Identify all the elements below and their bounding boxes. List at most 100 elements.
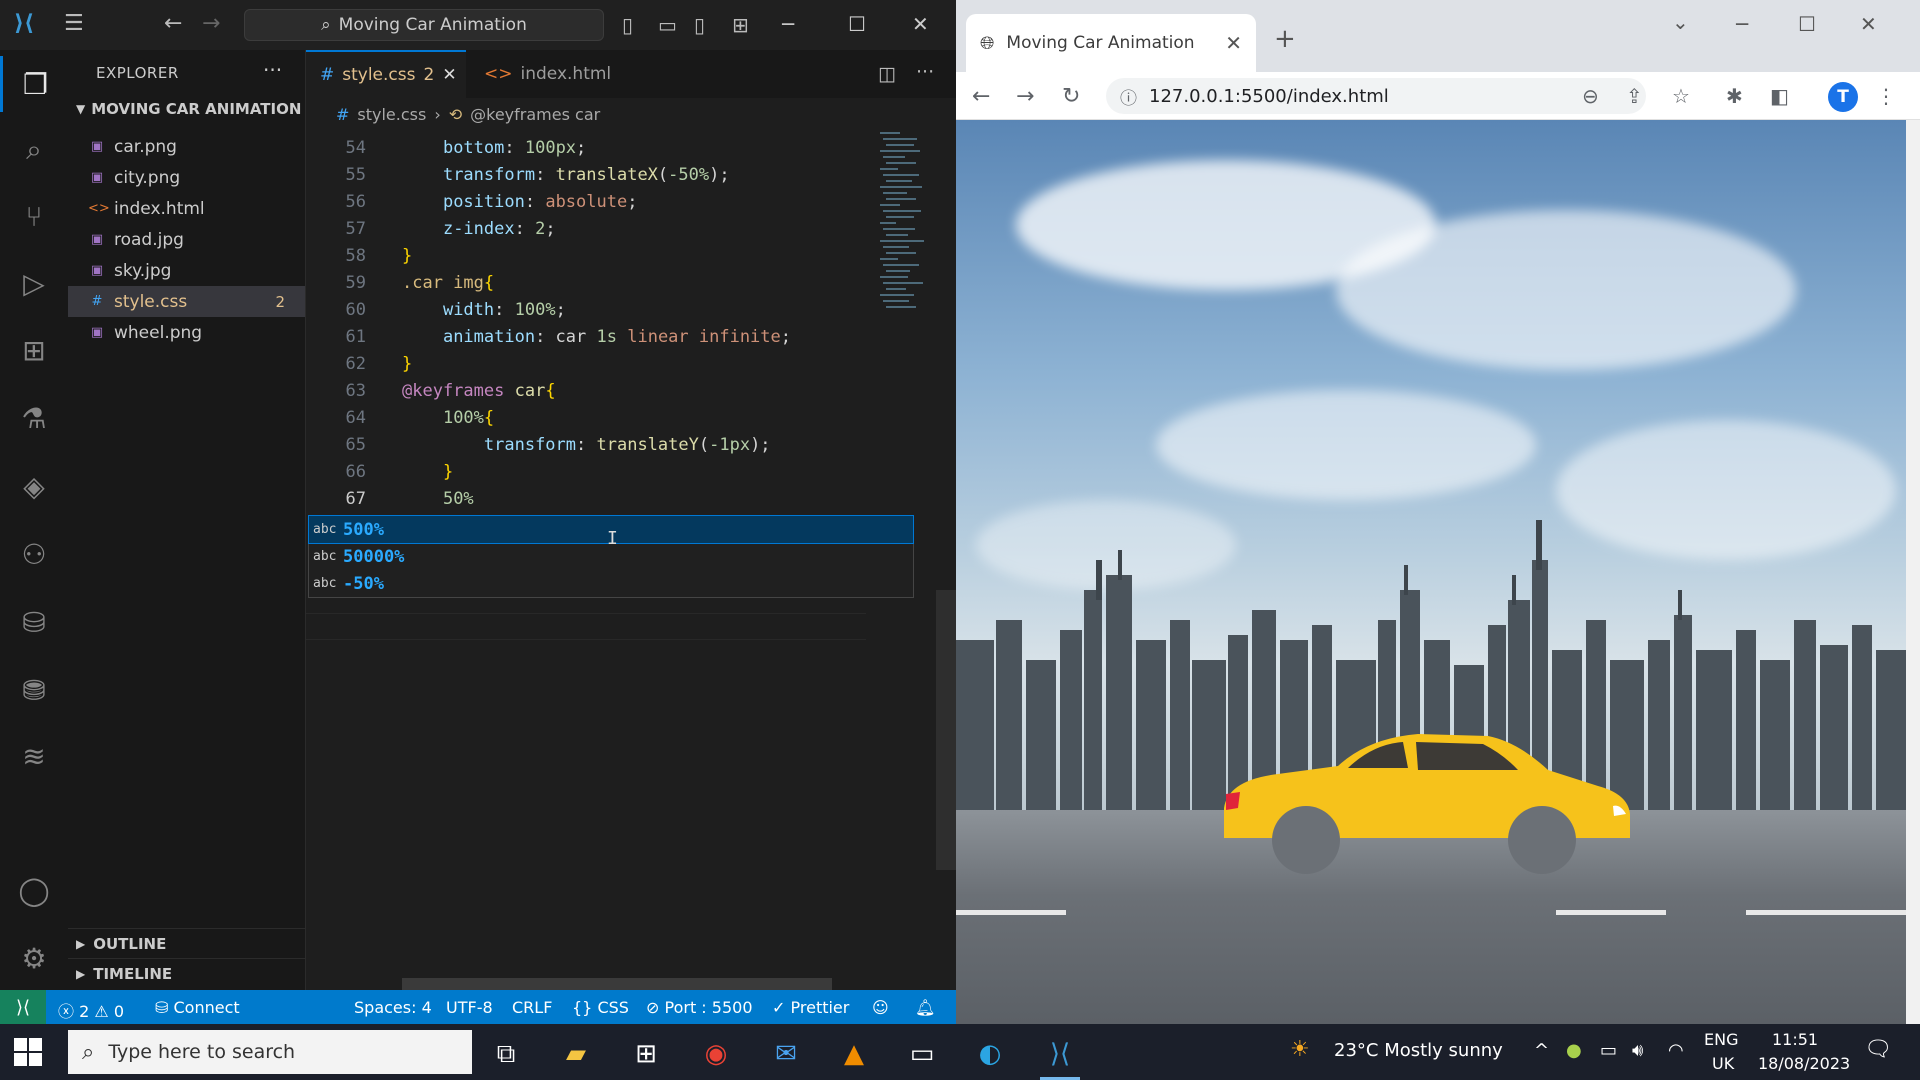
more-actions-icon[interactable]: ···: [263, 58, 282, 82]
kebab-menu-icon[interactable]: ⋮: [1876, 84, 1896, 108]
code-line[interactable]: 57 z-index: 2;: [306, 215, 866, 242]
task-view-icon[interactable]: ⧉: [478, 1032, 534, 1076]
security-icon[interactable]: ●: [1566, 1040, 1582, 1061]
file-item[interactable]: ▣ wheel.png: [68, 317, 305, 348]
explorer-icon[interactable]: ❐: [0, 56, 68, 112]
account-icon[interactable]: ◯: [0, 862, 68, 918]
code-line[interactable]: 66 }: [306, 458, 866, 485]
minimap[interactable]: [876, 128, 936, 328]
close-window-icon[interactable]: ✕: [912, 12, 929, 36]
file-explorer-icon[interactable]: ▰: [548, 1032, 604, 1076]
reload-icon[interactable]: ↻: [1062, 84, 1080, 109]
python-icon[interactable]: ⚇: [0, 526, 68, 582]
toggle-panel-icon[interactable]: ▭: [658, 14, 677, 36]
live-server-port[interactable]: ⊘ Port : 5500: [646, 998, 753, 1017]
prettier-item[interactable]: ✓ Prettier: [772, 998, 849, 1017]
minimize-icon[interactable]: ─: [782, 12, 794, 36]
tab-search-chevron-icon[interactable]: ⌄: [1672, 10, 1689, 34]
encoding-item[interactable]: UTF-8: [446, 998, 493, 1017]
timeline-section[interactable]: ▶ TIMELINE: [68, 958, 305, 988]
bookmark-star-icon[interactable]: ☆: [1672, 84, 1690, 108]
input-region[interactable]: UK: [1712, 1054, 1734, 1073]
chrome-icon[interactable]: ◉: [688, 1032, 744, 1076]
menu-icon[interactable]: ☰: [64, 13, 84, 35]
side-panel-icon[interactable]: ◧: [1770, 84, 1789, 108]
zoom-icon[interactable]: ⊖: [1582, 84, 1599, 108]
breadcrumb-file[interactable]: style.css: [357, 105, 426, 124]
volume-icon[interactable]: 🔊︎: [1632, 1040, 1643, 1061]
code-line[interactable]: 60 width: 100%;: [306, 296, 866, 323]
customize-layout-icon[interactable]: ⊞: [732, 14, 749, 36]
file-item[interactable]: ▣ sky.jpg: [68, 255, 305, 286]
forward-arrow-icon[interactable]: →: [1016, 84, 1034, 109]
file-item[interactable]: ▣ city.png: [68, 162, 305, 193]
vscode-taskbar-icon[interactable]: ⟩⟨: [1032, 1032, 1088, 1080]
back-arrow-icon[interactable]: ←: [164, 13, 182, 35]
clock-date[interactable]: 18/08/2023: [1758, 1054, 1850, 1073]
browser-tab[interactable]: 🌐︎ Moving Car Animation ✕: [966, 14, 1256, 72]
code-line[interactable]: 55 transform: translateX(-50%);: [306, 161, 866, 188]
code-line[interactable]: 62}: [306, 350, 866, 377]
code-line[interactable]: 59 .car img{: [306, 269, 866, 296]
battery-icon[interactable]: ▭: [1600, 1040, 1617, 1061]
notification-center-icon[interactable]: 🗨︎: [1864, 1037, 1892, 1062]
chevron-up-icon[interactable]: ^: [1534, 1040, 1549, 1061]
code-line[interactable]: 61 animation: car 1s linear infinite;: [306, 323, 866, 350]
feedback-icon[interactable]: ☺: [872, 998, 889, 1017]
breadcrumb-symbol[interactable]: @keyframes car: [470, 105, 600, 124]
code-line[interactable]: 63 @keyframes car{: [306, 377, 866, 404]
indentation-item[interactable]: Spaces: 4: [354, 998, 432, 1017]
file-item[interactable]: ▣ car.png: [68, 131, 305, 162]
file-item[interactable]: <> index.html: [68, 193, 305, 224]
clock-time[interactable]: 11:51: [1772, 1030, 1818, 1049]
code-line[interactable]: 58}: [306, 242, 866, 269]
horizontal-scrollbar[interactable]: [402, 978, 832, 990]
close-tab-icon[interactable]: ✕: [442, 65, 456, 85]
file-item[interactable]: # style.css 2: [68, 286, 305, 317]
connect-item[interactable]: ⛁ Connect: [155, 998, 240, 1017]
share-icon[interactable]: ⇪: [1626, 84, 1643, 108]
terminal-icon[interactable]: ▭: [894, 1032, 950, 1076]
edge-icon[interactable]: ◐: [962, 1032, 1018, 1076]
maximize-icon[interactable]: ☐: [1798, 12, 1816, 36]
address-bar[interactable]: ⓘ 127.0.0.1:5500/index.html: [1106, 78, 1646, 114]
run-debug-icon[interactable]: ▷: [0, 255, 68, 311]
more-actions-icon[interactable]: ···: [916, 61, 934, 83]
input-lang[interactable]: ENG: [1704, 1030, 1738, 1049]
eol-item[interactable]: CRLF: [512, 998, 552, 1017]
testing-icon[interactable]: ⚗: [0, 390, 68, 446]
extensions-icon[interactable]: ✱: [1726, 84, 1743, 108]
store-icon[interactable]: ⊞: [618, 1032, 674, 1076]
folder-header[interactable]: ▼ MOVING CAR ANIMATION: [76, 100, 301, 118]
new-tab-icon[interactable]: +: [1274, 24, 1296, 54]
windows-start-icon[interactable]: [14, 1038, 42, 1066]
gear-icon[interactable]: ⚙: [0, 930, 68, 986]
code-line[interactable]: 64 100%{: [306, 404, 866, 431]
weather-text[interactable]: 23°C Mostly sunny: [1334, 1040, 1503, 1061]
command-center[interactable]: ⌕ Moving Car Animation: [244, 9, 604, 41]
vertical-scrollbar[interactable]: [936, 590, 956, 870]
back-arrow-icon[interactable]: ←: [972, 84, 990, 109]
language-item[interactable]: {} CSS: [572, 998, 629, 1017]
code-line[interactable]: 67 50%: [306, 485, 866, 512]
page-scrollbar[interactable]: [1906, 120, 1920, 1024]
code-line[interactable]: 65 transform: translateY(-1px);: [306, 431, 866, 458]
database-alt-icon[interactable]: ⛃: [0, 662, 68, 718]
extensions-icon[interactable]: ⊞: [0, 322, 68, 378]
close-tab-icon[interactable]: ✕: [1225, 31, 1242, 55]
tab-index-html[interactable]: <> index.html: [470, 50, 611, 98]
close-window-icon[interactable]: ✕: [1860, 12, 1877, 36]
remote-indicator-icon[interactable]: ⟩⟨: [0, 990, 46, 1024]
profile-avatar[interactable]: T: [1828, 82, 1858, 112]
suggestion-item[interactable]: abc -50%: [309, 570, 913, 597]
notifications-icon[interactable]: 🔔︎: [915, 998, 935, 1017]
code-line[interactable]: 56 position: absolute;: [306, 188, 866, 215]
outline-section[interactable]: ▶ OUTLINE: [68, 928, 305, 958]
minimize-icon[interactable]: ─: [1736, 12, 1748, 36]
taskbar-search[interactable]: ⌕ Type here to search: [68, 1030, 472, 1074]
vlc-icon[interactable]: ▲: [826, 1032, 882, 1076]
stack-icon[interactable]: ≋: [0, 728, 68, 784]
file-item[interactable]: ▣ road.jpg: [68, 224, 305, 255]
toggle-sidebar-icon[interactable]: ▯: [622, 14, 633, 36]
toggle-secondary-sidebar-icon[interactable]: ▯: [694, 14, 705, 36]
